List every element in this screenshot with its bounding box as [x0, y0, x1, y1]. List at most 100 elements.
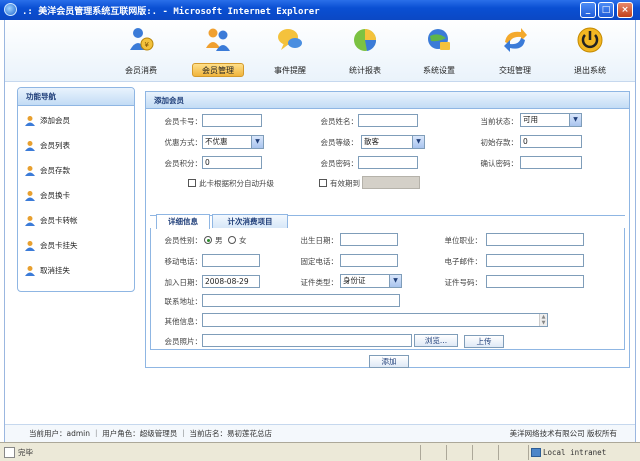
password-input[interactable]: [358, 156, 418, 169]
nav-label: 系统设置: [423, 66, 455, 75]
detail-panel: [150, 228, 625, 350]
zone-label: Local intranet: [543, 448, 607, 457]
statistics-report-icon: [354, 29, 377, 51]
confirm-password-label: 确认密码：: [480, 159, 519, 168]
user-icon: [25, 266, 35, 276]
company-label: 单位职业：: [444, 236, 483, 245]
init-deposit-input[interactable]: 0: [520, 135, 582, 148]
init-deposit-label: 初始存款：: [480, 138, 519, 147]
user-icon: [25, 141, 35, 151]
user-icon: [25, 191, 35, 201]
status-select[interactable]: 可用 ▼: [520, 113, 582, 127]
intranet-icon: [531, 448, 541, 457]
upload-button[interactable]: 上传: [464, 335, 504, 348]
sidebar-item-member-deposit[interactable]: 会员存款: [24, 164, 70, 178]
sidebar-item-member-list[interactable]: 会员列表: [24, 139, 70, 153]
browse-button[interactable]: 浏览...: [414, 334, 458, 347]
discount-select[interactable]: 不优惠 ▼: [202, 135, 264, 149]
discount-value: 不优惠: [205, 137, 228, 146]
auto-upgrade-checkbox[interactable]: [188, 179, 196, 187]
nav-event-reminder[interactable]: 事件提醒: [260, 24, 320, 80]
internet-explorer-icon: [4, 3, 17, 16]
sidebar-item-label: 会员换卡: [40, 191, 70, 200]
nav-label: 统计报表: [349, 66, 381, 75]
gender-label: 会员性别：: [164, 236, 203, 245]
chevron-down-icon: ▼: [412, 136, 424, 148]
photo-path-input[interactable]: [202, 334, 412, 347]
phone-input[interactable]: [340, 254, 398, 267]
id-no-label: 证件号码：: [444, 278, 483, 287]
level-label: 会员等级：: [320, 138, 359, 147]
maximize-button[interactable]: □: [598, 2, 614, 18]
add-button[interactable]: 添加: [369, 355, 409, 368]
email-input[interactable]: [486, 254, 584, 267]
nav-member-consume[interactable]: ¥ 会员消费: [111, 24, 171, 80]
nav-shift-handover[interactable]: 交班管理: [485, 24, 545, 80]
name-label: 会员姓名：: [320, 117, 359, 126]
nav-statistics-report[interactable]: 统计报表: [335, 24, 395, 80]
user-icon: [25, 216, 35, 226]
expiry-date-input[interactable]: [362, 176, 420, 189]
sidebar-item-cancel-loss[interactable]: 取消挂失: [24, 264, 70, 278]
phone-label: 固定电话：: [300, 257, 339, 266]
user-icon: [25, 116, 35, 126]
status-value: 可用: [523, 115, 538, 124]
sidebar-item-change-card[interactable]: 会员换卡: [24, 189, 70, 203]
discount-label: 优惠方式：: [164, 138, 203, 147]
footer-user-info: 当前用户：admin ｜ 用户角色：超级管理员 ｜ 当前店名：易初莲花总店: [29, 429, 273, 438]
security-zone: Local intranet: [528, 445, 636, 460]
id-type-label: 证件类型：: [300, 278, 339, 287]
gender-female-radio[interactable]: [228, 236, 236, 244]
page: ¥ 会员消费 会员管理 事件提醒 统计报表 系统设置 交班管理 退出系统 功能导…: [4, 20, 636, 442]
nav-label: 事件提醒: [274, 66, 306, 75]
confirm-password-input[interactable]: [520, 156, 582, 169]
nav-label: 交班管理: [499, 66, 531, 75]
user-icon: [25, 241, 35, 251]
page-done-icon: [4, 447, 15, 458]
close-button[interactable]: ×: [617, 2, 633, 18]
card-no-label: 会员卡号：: [164, 117, 203, 126]
expiry-checkbox[interactable]: [319, 179, 327, 187]
join-date-input[interactable]: 2008-08-29: [202, 275, 260, 288]
minimize-button[interactable]: _: [580, 2, 596, 18]
sidebar-item-report-loss[interactable]: 会员卡挂失: [24, 239, 78, 253]
status-divider: [420, 445, 421, 460]
id-type-select[interactable]: 身份证 ▼: [340, 274, 402, 288]
status-divider: [446, 445, 447, 460]
member-manage-icon: [206, 28, 230, 51]
nav-exit-system[interactable]: 退出系统: [560, 24, 620, 80]
nav-member-manage[interactable]: 会员管理: [188, 24, 248, 80]
sidebar-item-add-member[interactable]: 添加会员: [24, 114, 70, 128]
sidebar-item-label: 添加会员: [40, 116, 70, 125]
birthday-input[interactable]: [340, 233, 398, 246]
name-input[interactable]: [358, 114, 418, 127]
email-label: 电子邮件：: [444, 257, 483, 266]
status-divider: [472, 445, 473, 460]
svg-text:¥: ¥: [145, 41, 150, 49]
scrollbar[interactable]: ▲ ▼: [539, 314, 547, 326]
birthday-label: 出生日期：: [300, 236, 339, 245]
level-select[interactable]: 散客 ▼: [361, 135, 425, 149]
tab-details[interactable]: 详细信息: [156, 214, 210, 229]
other-info-textarea[interactable]: ▲ ▼: [202, 313, 548, 327]
points-input[interactable]: 0: [202, 156, 262, 169]
nav-label: 会员管理: [192, 63, 244, 77]
sidebar-item-label: 取消挂失: [40, 266, 70, 275]
status-text: 完毕: [18, 448, 33, 457]
company-input[interactable]: [486, 233, 584, 246]
tab-count-items[interactable]: 计次消费项目: [212, 214, 288, 228]
nav-system-settings[interactable]: 系统设置: [409, 24, 469, 80]
mobile-input[interactable]: [202, 254, 260, 267]
user-icon: [25, 166, 35, 176]
auto-upgrade-label: 此卡根据积分自动升级: [199, 179, 274, 188]
window-title-bar[interactable]: .: 美洋会员管理系统互联网版:. - Microsoft Internet E…: [0, 0, 640, 20]
gender-male-radio[interactable]: [204, 236, 212, 244]
join-date-label: 加入日期：: [164, 278, 203, 287]
card-no-input[interactable]: [202, 114, 262, 127]
status-bar: 完毕 Local intranet: [0, 442, 640, 461]
address-input[interactable]: [202, 294, 400, 307]
id-type-value: 身份证: [343, 276, 366, 285]
id-no-input[interactable]: [486, 275, 584, 288]
chevron-down-icon: ▼: [389, 275, 401, 287]
sidebar-item-card-transfer[interactable]: 会员卡转帐: [24, 214, 78, 228]
